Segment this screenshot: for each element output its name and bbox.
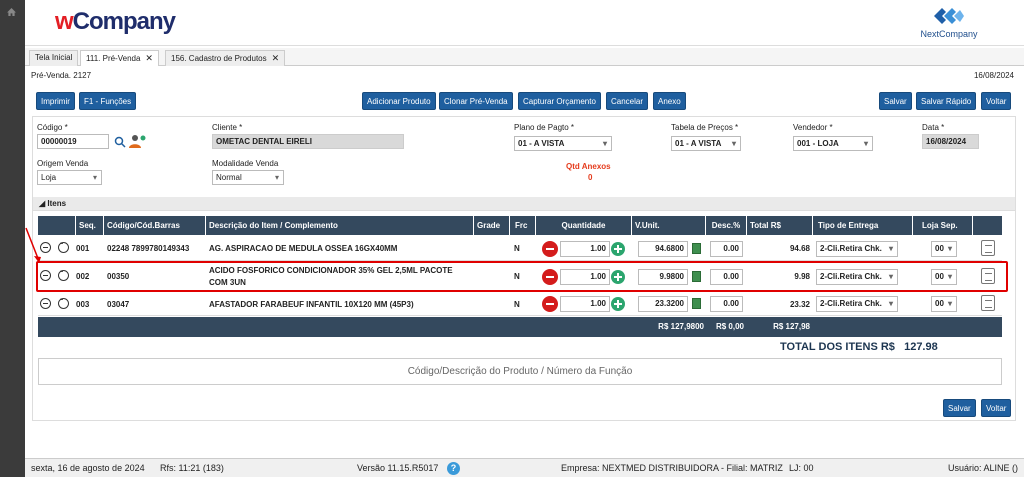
qtd-anexos-value: 0: [588, 173, 593, 182]
app-header: wCompany NextCompany: [25, 0, 1024, 46]
more-options-icon[interactable]: [58, 297, 69, 309]
discount-input[interactable]: 0.00: [710, 296, 743, 312]
quantity-input[interactable]: 1.00: [560, 296, 610, 312]
discount-input[interactable]: 0.00: [710, 241, 743, 257]
col-desc: Desc.%: [706, 216, 747, 235]
plano-label: Plano de Pagto *: [514, 123, 575, 132]
col-vunit: V.Unit.: [632, 216, 706, 235]
col-codigo: Código/Cód.Barras: [104, 216, 206, 235]
add-client-icon[interactable]: [128, 134, 146, 150]
items-table-header: Seq. Código/Cód.Barras Descrição do Item…: [38, 216, 1002, 235]
tab-pre-venda[interactable]: 111. Pré-Venda ✕: [80, 50, 159, 66]
help-icon[interactable]: ?: [447, 462, 460, 475]
page-date: 16/08/2024: [973, 71, 1014, 80]
decrease-qty-button[interactable]: [542, 296, 558, 312]
col-loja: Loja Sep.: [913, 216, 973, 235]
delivery-select[interactable]: 2-Cli.Retira Chk.: [816, 296, 898, 312]
tab-cadastro-produtos[interactable]: 156. Cadastro de Produtos ✕: [165, 50, 286, 66]
calculator-icon[interactable]: [692, 243, 701, 254]
itens-section-header[interactable]: ◢ Itens: [33, 197, 1015, 211]
annotation-arrow-icon: [25, 227, 41, 263]
data-field: 16/08/2024: [922, 134, 979, 149]
footer-vunit-sum: R$ 127,9800: [658, 322, 704, 331]
funcoes-button[interactable]: F1 - Funções: [79, 92, 137, 110]
imprimir-button[interactable]: Imprimir: [36, 92, 75, 110]
store-select[interactable]: 00: [931, 241, 957, 257]
total-itens: TOTAL DOS ITENS R$ 127.98: [780, 341, 938, 353]
left-sidebar: [0, 0, 25, 477]
close-icon[interactable]: ✕: [145, 53, 153, 63]
modalidade-label: Modalidade Venda: [212, 159, 279, 168]
items-table-footer: R$ 127,9800 R$ 0,00 R$ 127,98: [38, 317, 1002, 337]
col-entrega: Tipo de Entrega: [813, 216, 913, 235]
decrease-qty-button[interactable]: [542, 241, 558, 257]
highlight-box: [36, 261, 1008, 292]
page-title: Pré-Venda. 2127: [31, 71, 92, 80]
calculator-icon[interactable]: [692, 298, 701, 309]
col-descricao: Descrição do Item / Complemento: [206, 216, 474, 235]
bottom-voltar-button[interactable]: Voltar: [981, 399, 1012, 417]
increase-qty-button[interactable]: [611, 297, 625, 311]
data-label: Data *: [922, 123, 945, 132]
plano-select[interactable]: 01 - A VISTA: [514, 136, 612, 151]
status-empresa: Empresa: NEXTMED DISTRIBUIDORA - Filial:…: [561, 463, 783, 473]
close-icon[interactable]: ✕: [272, 53, 280, 63]
store-select[interactable]: 00: [931, 296, 957, 312]
bottom-salvar-button[interactable]: Salvar: [943, 399, 976, 417]
wcompany-logo: wCompany: [55, 8, 176, 35]
qtd-anexos-label: Qtd Anexos: [566, 162, 611, 171]
increase-qty-button[interactable]: [611, 242, 625, 256]
footer-total-sum: R$ 127,98: [773, 322, 810, 331]
tab-tela-inicial[interactable]: Tela Inicial: [29, 50, 79, 66]
status-version: Versão 11.15.R5017: [357, 463, 439, 473]
voltar-button[interactable]: Voltar: [981, 92, 1012, 110]
collapse-row-icon[interactable]: [40, 298, 51, 309]
cliente-field: OMETAC DENTAL EIRELI: [212, 134, 404, 149]
nextcompany-logo: NextCompany: [914, 5, 984, 41]
tabela-select[interactable]: 01 - A VISTA: [671, 136, 741, 151]
table-row[interactable]: 001 02248 7899780149343 AG. ASPIRACAO DE…: [38, 236, 1002, 261]
cliente-label: Cliente *: [212, 123, 243, 132]
status-usuario: Usuário: ALINE (): [947, 463, 1018, 473]
col-total: Total R$: [747, 216, 813, 235]
adicionar-produto-button[interactable]: Adicionar Produto: [362, 92, 436, 110]
status-lj: LJ: 00: [789, 463, 814, 473]
capturar-orcamento-button[interactable]: Capturar Orçamento: [518, 92, 601, 110]
quantity-input[interactable]: 1.00: [560, 241, 610, 257]
origem-select[interactable]: Loja: [37, 170, 102, 185]
tabela-label: Tabela de Preços *: [671, 123, 739, 132]
notes-icon[interactable]: [981, 240, 995, 256]
salvar-rapido-button[interactable]: Salvar Rápido: [916, 92, 977, 110]
col-seq: Seq.: [76, 216, 104, 235]
status-rfs: Rfs: 11:21 (183): [160, 463, 224, 473]
vendedor-select[interactable]: 001 - LOJA: [793, 136, 873, 151]
anexo-button[interactable]: Anexo: [653, 92, 686, 110]
codigo-input[interactable]: 00000019: [37, 134, 109, 149]
col-quantidade: Quantidade: [536, 216, 632, 235]
salvar-button[interactable]: Salvar: [879, 92, 912, 110]
nextcompany-mark-icon: [934, 8, 964, 24]
table-row[interactable]: 003 03047 AFASTADOR FARABEUF INFANTIL 10…: [38, 292, 1002, 316]
status-bar: sexta, 16 de agosto de 2024 Rfs: 11:21 (…: [25, 458, 1024, 477]
vunit-input[interactable]: 23.3200: [638, 296, 688, 312]
col-grade: Grade: [474, 216, 510, 235]
home-icon[interactable]: [7, 8, 16, 16]
product-search-input[interactable]: Código/Descrição do Produto / Número da …: [38, 358, 1002, 385]
clonar-pre-venda-button[interactable]: Clonar Pré-Venda: [439, 92, 513, 110]
col-frc: Frc: [510, 216, 536, 235]
footer-desc-sum: R$ 0,00: [715, 322, 744, 331]
origem-label: Origem Venda: [37, 159, 89, 168]
status-date: sexta, 16 de agosto de 2024: [31, 463, 145, 473]
vendedor-label: Vendedor *: [793, 123, 833, 132]
codigo-label: Código *: [37, 123, 68, 132]
search-icon[interactable]: [114, 136, 126, 148]
delivery-select[interactable]: 2-Cli.Retira Chk.: [816, 241, 898, 257]
tab-bar: Tela Inicial 111. Pré-Venda ✕ 156. Cadast…: [25, 48, 1024, 66]
vunit-input[interactable]: 94.6800: [638, 241, 688, 257]
notes-icon[interactable]: [981, 295, 995, 311]
cancelar-button[interactable]: Cancelar: [606, 92, 649, 110]
modalidade-select[interactable]: Normal: [212, 170, 284, 185]
